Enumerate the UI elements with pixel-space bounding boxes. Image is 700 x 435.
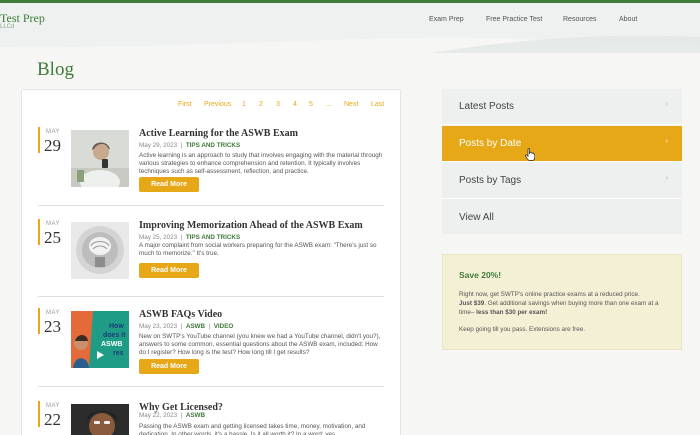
pagination-last[interactable]: Last: [371, 101, 384, 108]
blog-post: MAY 25 Improving Memorization Ahead of t…: [38, 219, 384, 289]
post-meta: May 22, 2023 | ASWB: [139, 412, 206, 419]
post-title[interactable]: Improving Memorization Ahead of the ASWB…: [139, 220, 363, 231]
sidebar-item-latest-posts[interactable]: Latest Posts ›: [442, 89, 682, 125]
pagination-next[interactable]: Next: [344, 101, 358, 108]
promo-text: Keep going till you pass. Extensions are…: [459, 326, 586, 333]
post-divider: [38, 205, 384, 206]
post-date-text: May 22, 2023: [139, 412, 178, 419]
nav-free-practice-test[interactable]: Free Practice Test: [486, 16, 542, 23]
post-date-text: May 29, 2023: [139, 142, 178, 149]
promo-box: Save 20%! Right now, get SWTP's online p…: [442, 254, 682, 350]
post-title[interactable]: ASWB FAQs Video: [139, 309, 222, 320]
post-date: MAY 25: [38, 219, 68, 247]
post-thumbnail[interactable]: [71, 130, 129, 187]
sidebar-posts-menu: Latest Posts › Posts by Date › Posts by …: [442, 89, 682, 234]
thumbnail-text-line: ASWB: [101, 341, 123, 348]
post-date-text: May 25, 2023: [139, 234, 178, 241]
nav-resources[interactable]: Resources: [563, 16, 596, 23]
post-date-month: MAY: [46, 403, 61, 409]
read-more-button[interactable]: Read More: [139, 177, 199, 192]
chevron-right-icon: ›: [665, 101, 668, 108]
post-excerpt: A major complaint from social workers pr…: [139, 242, 377, 258]
post-title[interactable]: Active Learning for the ASWB Exam: [139, 128, 298, 139]
post-tag[interactable]: ASWB: [186, 323, 205, 330]
chevron-right-icon: ›: [665, 138, 668, 145]
promo-text: Just $39. Get additional savings when bu…: [459, 299, 669, 317]
post-date-month: MAY: [46, 310, 61, 316]
pagination-ellipsis: ...: [326, 101, 332, 108]
post-excerpt: New on SWTP's YouTube channel (you knew …: [139, 333, 381, 357]
post-excerpt: Passing the ASWB exam and getting licens…: [139, 423, 366, 435]
pagination-first[interactable]: First: [178, 101, 192, 108]
sidebar-item-label: View All: [459, 212, 494, 223]
sidebar-item-label: Latest Posts: [459, 101, 515, 112]
post-date-day: 25: [44, 228, 61, 247]
thumbnail-text: How does it ASWB res: [101, 322, 126, 358]
post-date-day: 29: [44, 136, 61, 155]
promo-price: Just $39: [459, 300, 485, 307]
pagination-page-4[interactable]: 4: [293, 101, 297, 108]
hand-cursor-icon: [525, 148, 535, 161]
blog-post: MAY 22 Why Get Licensed? May 22, 2023 | …: [38, 401, 384, 435]
post-date-day: 22: [44, 410, 61, 429]
blog-post: MAY 23 How does it ASWB res ASWB FAQs Vi…: [38, 308, 384, 378]
post-meta: May 29, 2023 | TIPS AND TRICKS: [139, 142, 241, 149]
sidebar-item-posts-by-date[interactable]: Posts by Date ›: [442, 126, 682, 162]
post-tag[interactable]: TIPS AND TRICKS: [186, 142, 240, 149]
post-thumbnail[interactable]: [71, 404, 129, 435]
pagination-previous[interactable]: Previous: [204, 101, 231, 108]
post-date: MAY 29: [38, 127, 68, 155]
post-date: MAY 23: [38, 308, 68, 336]
pagination-page-3[interactable]: 3: [276, 101, 280, 108]
header-wave-decoration: [0, 35, 700, 53]
sidebar-item-label: Posts by Tags: [459, 175, 522, 186]
read-more-button[interactable]: Read More: [139, 359, 199, 374]
thumbnail-text-line: How: [109, 323, 124, 330]
post-excerpt: Active learning is an approach to study …: [139, 152, 383, 176]
chevron-right-icon: ›: [665, 175, 668, 182]
post-thumbnail[interactable]: [71, 222, 129, 279]
post-tag[interactable]: ASWB: [186, 412, 205, 419]
post-date-month: MAY: [46, 221, 61, 227]
pagination-page-5[interactable]: 5: [309, 101, 313, 108]
thumbnail-text-line: does it: [103, 332, 126, 339]
post-thumbnail[interactable]: How does it ASWB res: [71, 311, 129, 368]
pagination-page-2[interactable]: 2: [259, 101, 263, 108]
post-tag[interactable]: VIDEO: [214, 323, 234, 330]
post-date: MAY 22: [38, 401, 68, 429]
blog-post: MAY 29 Active Learning for the ASWB Exam…: [38, 127, 384, 197]
post-date-month: MAY: [46, 129, 61, 135]
read-more-button[interactable]: Read More: [139, 263, 199, 278]
nav-about[interactable]: About: [619, 16, 637, 23]
post-divider: [38, 386, 384, 387]
post-date-text: May 23, 2023: [139, 323, 178, 330]
promo-title: Save 20%!: [459, 270, 502, 280]
sidebar-item-view-all[interactable]: View All: [442, 200, 682, 236]
page-title: Blog: [37, 59, 74, 80]
site-header: Test Prep LLCd Exam Prep Free Practice T…: [0, 3, 700, 53]
post-tag[interactable]: TIPS AND TRICKS: [186, 234, 240, 241]
promo-text: Right now, get SWTP's online practice ex…: [459, 291, 640, 298]
post-meta: May 25, 2023 | TIPS AND TRICKS: [139, 234, 241, 241]
sidebar-item-posts-by-tags[interactable]: Posts by Tags ›: [442, 163, 682, 199]
post-divider: [38, 296, 384, 297]
thumbnail-text-line: res: [113, 350, 124, 357]
pagination-page-1[interactable]: 1: [242, 101, 246, 108]
site-logo-subtext: LLCd: [0, 24, 15, 30]
promo-savings: less than $30 per exam!: [476, 309, 548, 316]
post-meta: May 23, 2023 | ASWB | VIDEO: [139, 323, 234, 330]
nav-exam-prep[interactable]: Exam Prep: [429, 16, 464, 23]
sidebar-item-label: Posts by Date: [459, 138, 522, 149]
post-date-day: 23: [44, 317, 61, 336]
